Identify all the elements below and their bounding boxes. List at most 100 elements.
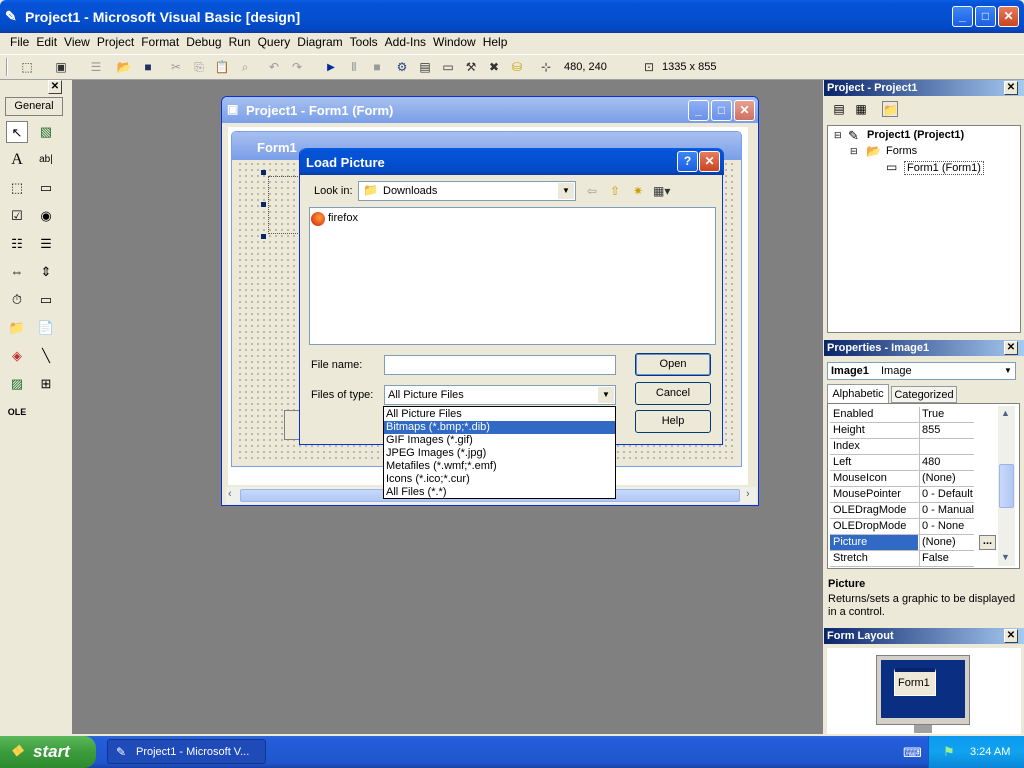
view-code-icon[interactable]: ▤: [831, 101, 847, 117]
frame-tool-icon[interactable]: ⬚: [6, 177, 28, 199]
add-project-icon[interactable]: ⬚: [19, 59, 35, 75]
menu-file[interactable]: File: [10, 35, 29, 49]
object-selector-dropdown-icon[interactable]: ▼: [1004, 366, 1012, 375]
toggle-folders-icon[interactable]: 📁: [882, 101, 898, 117]
keyboard-tray-icon[interactable]: ⌨: [903, 745, 922, 761]
tree-expander-icon[interactable]: ⊟: [834, 130, 842, 141]
data-tool-icon[interactable]: ⊞: [35, 373, 57, 395]
textbox-tool-icon[interactable]: ab|: [35, 149, 57, 171]
property-value[interactable]: 855: [919, 423, 999, 438]
form-layout-form[interactable]: Form1: [894, 668, 936, 696]
open-button[interactable]: Open: [635, 353, 711, 376]
project-explorer-icon[interactable]: ⚙: [394, 59, 410, 75]
menu-tools[interactable]: Tools: [350, 35, 378, 49]
dialog-close-button[interactable]: ✕: [699, 151, 720, 172]
menu-diagram[interactable]: Diagram: [297, 35, 342, 49]
form-designer-maximize-button[interactable]: □: [711, 100, 732, 121]
look-in-combo[interactable]: 📁 Downloads ▼: [358, 181, 576, 201]
cut-icon[interactable]: ✂: [168, 59, 184, 75]
toolbox-icon[interactable]: ✖: [486, 59, 502, 75]
property-row[interactable]: MousePointer 0 - Default: [830, 487, 974, 503]
optionbutton-tool-icon[interactable]: ◉: [35, 205, 57, 227]
selection-handle[interactable]: [261, 202, 266, 207]
object-selector[interactable]: Image1 Image ▼: [827, 362, 1016, 380]
file-type-option[interactable]: Metafiles (*.wmf;*.emf): [384, 460, 615, 473]
label-tool-icon[interactable]: A: [6, 149, 28, 171]
scroll-up-icon[interactable]: ▲: [1001, 408, 1010, 418]
form-layout-icon[interactable]: ▭: [440, 59, 456, 75]
menu-project[interactable]: Project: [97, 35, 134, 49]
property-row[interactable]: MouseIcon (None): [830, 471, 974, 487]
menu-help[interactable]: Help: [483, 35, 508, 49]
menu-query[interactable]: Query: [258, 35, 291, 49]
paste-icon[interactable]: 📋: [214, 59, 230, 75]
look-in-dropdown-button[interactable]: ▼: [558, 183, 574, 199]
tree-item[interactable]: Form1 (Form1): [904, 161, 984, 175]
commandbutton-tool-icon[interactable]: ▭: [35, 177, 57, 199]
network-tray-icon[interactable]: ⚑: [943, 744, 955, 760]
property-row[interactable]: OLEDragMode 0 - Manual: [830, 503, 974, 519]
add-form-icon[interactable]: ▣: [53, 59, 69, 75]
help-button[interactable]: Help: [635, 410, 711, 433]
shape-tool-icon[interactable]: ◈: [6, 345, 28, 367]
dialog-help-icon[interactable]: ?: [677, 151, 698, 172]
tab-alphabetic[interactable]: Alphabetic: [827, 384, 889, 403]
property-value[interactable]: 0 - Default: [919, 487, 999, 502]
line-tool-icon[interactable]: ╲: [35, 345, 57, 367]
property-row[interactable]: Stretch False: [830, 551, 974, 567]
selection-handle[interactable]: [261, 170, 266, 175]
combobox-tool-icon[interactable]: ☷: [6, 233, 28, 255]
menu-format[interactable]: Format: [141, 35, 179, 49]
toolbox-close-icon[interactable]: ✕: [48, 80, 62, 94]
maximize-button[interactable]: □: [975, 6, 996, 27]
break-icon[interactable]: Ⅱ: [346, 59, 362, 75]
file-type-option[interactable]: All Picture Files: [384, 408, 615, 421]
redo-icon[interactable]: ↷: [289, 59, 305, 75]
form-designer-minimize-button[interactable]: _: [688, 100, 709, 121]
menu-view[interactable]: View: [64, 35, 90, 49]
toolbox-tab-general[interactable]: General: [5, 97, 63, 116]
file-type-option[interactable]: GIF Images (*.gif): [384, 434, 615, 447]
menu-window[interactable]: Window: [433, 35, 476, 49]
property-value[interactable]: False: [919, 551, 999, 566]
start-button[interactable]: ❖ start: [0, 736, 96, 768]
tree-expander-icon[interactable]: ⊟: [850, 146, 858, 157]
property-grid-vscrollbar[interactable]: ▲ ▼: [998, 406, 1015, 566]
property-value[interactable]: 0 - None: [919, 519, 999, 534]
property-value[interactable]: 0 - Manual: [919, 503, 999, 518]
copy-icon[interactable]: ⎘: [191, 59, 207, 75]
start-icon[interactable]: ▶: [323, 60, 339, 76]
back-icon[interactable]: ⇦: [584, 183, 600, 199]
new-folder-icon[interactable]: ✷: [630, 183, 646, 199]
data-view-icon[interactable]: ⛁: [509, 59, 525, 75]
ellipsis-button[interactable]: ...: [979, 535, 996, 550]
property-row[interactable]: Picture (None)...: [830, 535, 996, 551]
hscrollbar-tool-icon[interactable]: ⇔: [6, 261, 28, 283]
cancel-button[interactable]: Cancel: [635, 382, 711, 405]
scroll-down-icon[interactable]: ▼: [1001, 552, 1010, 562]
property-value[interactable]: [919, 439, 999, 454]
object-browser-icon[interactable]: ⚒: [463, 59, 479, 75]
tab-categorized[interactable]: Categorized: [891, 386, 957, 403]
tree-folder[interactable]: Forms: [886, 145, 917, 157]
menu-edit[interactable]: Edit: [36, 35, 57, 49]
property-value[interactable]: (None): [919, 471, 999, 486]
file-type-option[interactable]: Bitmaps (*.bmp;*.dib): [384, 421, 615, 434]
open-project-icon[interactable]: 📂: [116, 59, 132, 75]
form-designer-close-button[interactable]: ✕: [734, 100, 755, 121]
project-panel-close-icon[interactable]: ✕: [1004, 81, 1018, 95]
tree-root[interactable]: Project1 (Project1): [867, 129, 964, 141]
menu-editor-icon[interactable]: ☰: [88, 59, 104, 75]
save-project-icon[interactable]: ■: [140, 59, 156, 75]
files-of-type-dropdown-button[interactable]: ▼: [598, 387, 614, 403]
up-folder-icon[interactable]: ⇧: [607, 183, 623, 199]
menu-debug[interactable]: Debug: [186, 35, 221, 49]
close-button[interactable]: ✕: [998, 6, 1019, 27]
drivelistbox-tool-icon[interactable]: ▭: [35, 289, 57, 311]
dirlistbox-tool-icon[interactable]: 📁: [6, 317, 28, 339]
ole-tool-icon[interactable]: OLE: [6, 401, 28, 423]
view-menu-icon[interactable]: ▦▾: [653, 183, 670, 199]
image-tool-icon[interactable]: ▨: [6, 373, 28, 395]
menu-run[interactable]: Run: [229, 35, 251, 49]
selection-handle[interactable]: [261, 234, 266, 239]
